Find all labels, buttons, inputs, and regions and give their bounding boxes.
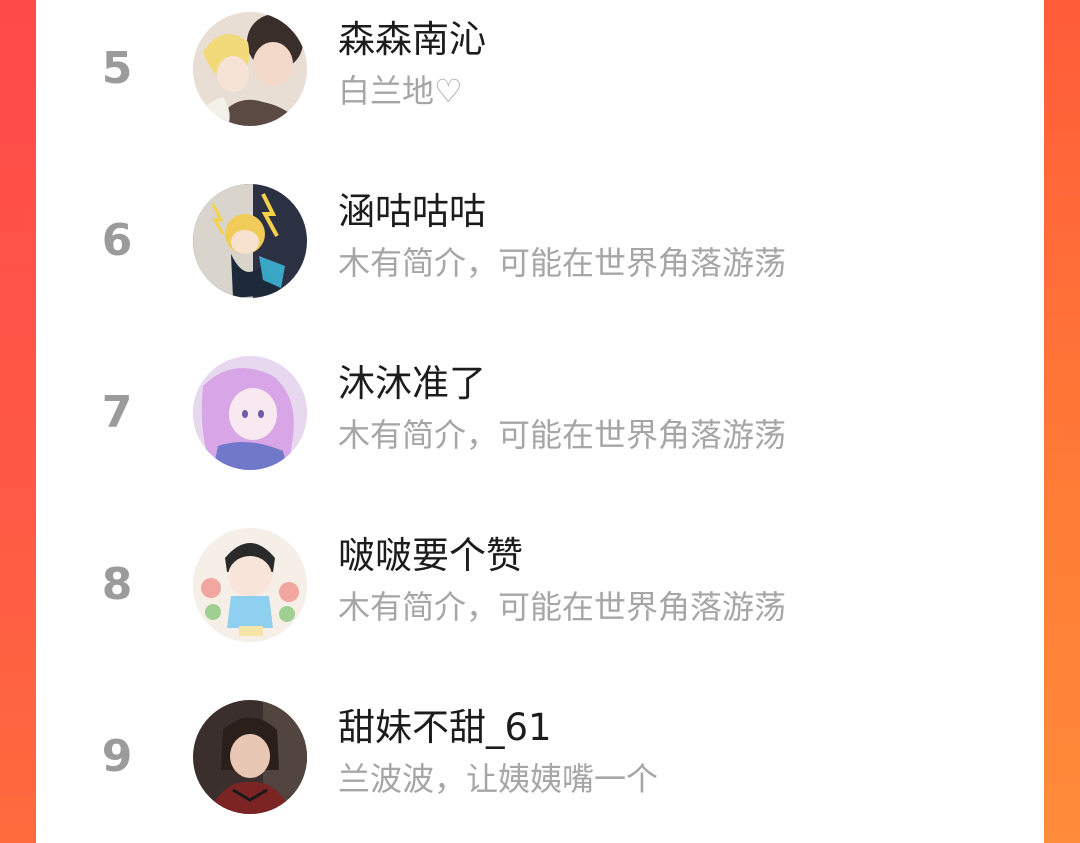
- user-bio: 木有简介，可能在世界角落游荡: [338, 244, 787, 282]
- user-name: 沐沐准了: [338, 362, 486, 405]
- avatar-image: [193, 356, 307, 470]
- avatar[interactable]: [193, 184, 307, 298]
- rank-number: 6: [101, 215, 133, 266]
- avatar[interactable]: [193, 700, 307, 814]
- avatar-image: [193, 184, 307, 298]
- avatar[interactable]: [193, 12, 307, 126]
- avatar[interactable]: [193, 528, 307, 642]
- right-accent-border: [1044, 0, 1080, 843]
- avatar[interactable]: [193, 356, 307, 470]
- user-name: 森森南沁: [338, 18, 486, 61]
- ranking-list: 5 森森南沁 白兰地♡ 6 涵咕咕咕 木有简介，可能在世界角落游荡 7 沐沐准了…: [36, 0, 1044, 843]
- rank-number: 9: [101, 731, 133, 782]
- avatar-image: [193, 700, 307, 814]
- avatar-image: [193, 12, 307, 126]
- user-name: 涵咕咕咕: [338, 190, 486, 233]
- rank-number: 5: [101, 43, 133, 94]
- rank-number: 7: [101, 387, 133, 438]
- list-item[interactable]: 6 涵咕咕咕 木有简介，可能在世界角落游荡: [36, 172, 1044, 344]
- user-name: 甜妹不甜_61: [338, 706, 552, 749]
- user-bio: 木有简介，可能在世界角落游荡: [338, 416, 787, 454]
- user-bio: 兰波波，让姨姨嘴一个: [338, 760, 659, 798]
- list-item[interactable]: 5 森森南沁 白兰地♡: [36, 0, 1044, 172]
- list-item[interactable]: 9 甜妹不甜_61 兰波波，让姨姨嘴一个: [36, 688, 1044, 843]
- list-item[interactable]: 7 沐沐准了 木有简介，可能在世界角落游荡: [36, 344, 1044, 516]
- left-accent-border: [0, 0, 36, 843]
- user-bio: 白兰地♡: [338, 72, 463, 110]
- avatar-image: [193, 528, 307, 642]
- list-item[interactable]: 8 啵啵要个赞 木有简介，可能在世界角落游荡: [36, 516, 1044, 688]
- user-bio: 木有简介，可能在世界角落游荡: [338, 588, 787, 626]
- rank-number: 8: [101, 559, 133, 610]
- user-name: 啵啵要个赞: [338, 534, 523, 577]
